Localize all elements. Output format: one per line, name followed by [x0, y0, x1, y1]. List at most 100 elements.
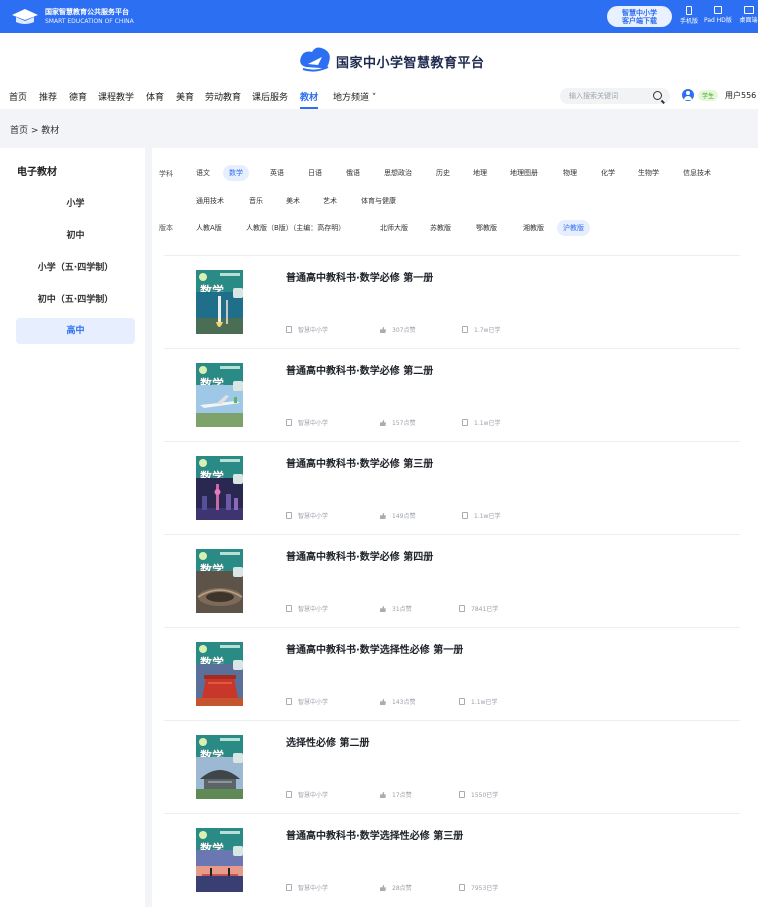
textbook-card[interactable]: 数学 普通高中教科书·数学选择性必修 第三册 智慧中小学 28点赞 7953已学 — [164, 813, 740, 906]
pad-version-link[interactable]: Pad HD版 — [704, 6, 732, 24]
user-avatar-icon[interactable] — [682, 89, 694, 101]
sidebar-item-primary[interactable]: 小学 — [16, 191, 135, 217]
book-title[interactable]: 普通高中教科书·数学必修 第二册 — [286, 362, 433, 377]
book-views: 1.1w已学 — [459, 697, 497, 706]
cover-leaf-icon — [199, 645, 207, 653]
book-read-icon — [459, 884, 465, 891]
mobile-version-link[interactable]: 手机版 — [680, 6, 698, 25]
cover-illustration — [196, 850, 243, 892]
publisher-icon — [286, 419, 292, 426]
book-cover[interactable]: 数学 — [196, 549, 243, 613]
nav-item-sports[interactable]: 体育 — [146, 90, 164, 103]
book-cover[interactable]: 数学 — [196, 828, 243, 892]
nav-item-moral[interactable]: 德育 — [69, 90, 87, 103]
subject-chip[interactable]: 语文 — [190, 165, 216, 181]
book-cover[interactable]: 数学 — [196, 642, 243, 706]
nav-item-recommend[interactable]: 推荐 — [39, 90, 57, 103]
search-icon[interactable] — [653, 91, 662, 100]
subject-chip[interactable]: 英语 — [264, 165, 290, 181]
subject-chip[interactable]: 体育与健康 — [355, 193, 402, 209]
subject-chip[interactable]: 通用技术 — [190, 193, 230, 209]
sidebar-item-senior[interactable]: 高中 — [16, 318, 135, 344]
book-publisher: 智慧中小学 — [286, 697, 328, 706]
edition-chip[interactable]: 湘教版 — [517, 220, 550, 236]
book-title[interactable]: 普通高中教科书·数学选择性必修 第三册 — [286, 827, 463, 842]
user-name[interactable]: 用户556 — [725, 90, 756, 101]
subject-chip[interactable]: 艺术 — [317, 193, 343, 209]
client-download-button[interactable]: 智慧中小学 客户端下载 — [607, 6, 672, 27]
book-title[interactable]: 普通高中教科书·数学选择性必修 第一册 — [286, 641, 463, 656]
edition-chip[interactable]: 苏教版 — [424, 220, 457, 236]
subject-chip[interactable]: 日语 — [302, 165, 328, 181]
subject-chip[interactable]: 化学 — [595, 165, 621, 181]
book-likes[interactable]: 149点赞 — [380, 511, 415, 520]
book-likes[interactable]: 28点赞 — [380, 883, 412, 892]
book-likes[interactable]: 143点赞 — [380, 697, 415, 706]
platform-logo-icon[interactable] — [10, 7, 40, 26]
thumbs-up-icon — [380, 699, 386, 705]
textbook-card[interactable]: 数学 选择性必修 第二册 智慧中小学 17点赞 1550已学 — [164, 720, 740, 813]
views-text: 1.7w已学 — [474, 327, 501, 334]
nav-item-afterschool[interactable]: 课后服务 — [252, 90, 288, 103]
phone-icon — [686, 6, 692, 15]
cover-seal — [233, 753, 243, 763]
cover-strip — [220, 552, 240, 555]
book-title[interactable]: 普通高中教科书·数学必修 第一册 — [286, 269, 433, 284]
subject-chip[interactable]: 美术 — [280, 193, 306, 209]
subject-chip[interactable]: 物理 — [557, 165, 583, 181]
cover-strip — [220, 273, 240, 276]
book-title[interactable]: 普通高中教科书·数学必修 第三册 — [286, 455, 433, 470]
nav-item-local[interactable]: 地方频道 ˅ — [333, 90, 376, 103]
cover-leaf-icon — [199, 552, 207, 560]
book-views: 1.1w已学 — [462, 418, 500, 427]
textbook-card[interactable]: 数学 普通高中教科书·数学必修 第四册 智慧中小学 31点赞 7841已学 — [164, 534, 740, 627]
sidebar-item-junior[interactable]: 初中 — [16, 223, 135, 249]
book-title[interactable]: 选择性必修 第二册 — [286, 734, 369, 749]
org-name-cn: 国家智慧教育公共服务平台 — [45, 8, 129, 16]
edition-chip[interactable]: 人教版（B版）（主编：高存明） — [240, 220, 351, 236]
sidebar-item-junior-54[interactable]: 初中（五·四学制） — [16, 287, 135, 313]
subject-chip[interactable]: 历史 — [430, 165, 456, 181]
book-cover[interactable]: 数学 — [196, 735, 243, 799]
likes-text: 149点赞 — [392, 513, 416, 520]
subject-chip[interactable]: 信息技术 — [677, 165, 717, 181]
search-input[interactable]: 输入搜索关键词 — [569, 91, 618, 101]
desktop-version-link[interactable]: 桌面端 — [739, 6, 758, 24]
nav-item-labor[interactable]: 劳动教育 — [205, 90, 241, 103]
subject-chip[interactable]: 数学 — [223, 165, 249, 181]
book-read-icon — [462, 419, 468, 426]
book-likes[interactable]: 17点赞 — [380, 790, 412, 799]
textbook-card[interactable]: 数学 普通高中教科书·数学必修 第三册 智慧中小学 149点赞 1.1w已学 — [164, 441, 740, 534]
nav-item-courses[interactable]: 课程教学 — [98, 90, 134, 103]
subject-chip[interactable]: 思想政治 — [378, 165, 418, 181]
book-cover[interactable]: 数学 — [196, 456, 243, 520]
subject-chip[interactable]: 地理 — [467, 165, 493, 181]
edition-chip[interactable]: 沪教版 — [557, 220, 590, 236]
nav-item-arts[interactable]: 美育 — [176, 90, 194, 103]
edition-chip[interactable]: 人教A版 — [190, 220, 228, 236]
subject-chip[interactable]: 俄语 — [340, 165, 366, 181]
breadcrumb[interactable]: 首页 > 教材 — [10, 123, 59, 136]
book-cover[interactable]: 数学 — [196, 363, 243, 427]
textbook-card[interactable]: 数学 普通高中教科书·数学必修 第二册 智慧中小学 157点赞 1.1w已学 — [164, 348, 740, 441]
book-likes[interactable]: 307点赞 — [380, 325, 415, 334]
book-likes[interactable]: 31点赞 — [380, 604, 412, 613]
cover-leaf-icon — [199, 273, 207, 281]
sidebar-item-primary-54[interactable]: 小学（五·四学制） — [16, 255, 135, 281]
book-likes[interactable]: 157点赞 — [380, 418, 415, 427]
publisher-text: 智慧中小学 — [298, 606, 329, 613]
edition-chip[interactable]: 鄂教版 — [470, 220, 503, 236]
likes-text: 307点赞 — [392, 327, 416, 334]
nav-item-textbooks[interactable]: 教材 — [300, 90, 319, 109]
subject-chip[interactable]: 音乐 — [243, 193, 269, 209]
subject-chip[interactable]: 地理图册 — [504, 165, 544, 181]
device-label: Pad HD版 — [704, 17, 732, 24]
textbook-card[interactable]: 数学 普通高中教科书·数学选择性必修 第一册智慧中小学 143点赞 1.1w已学 — [164, 627, 740, 720]
nav-item-home[interactable]: 首页 — [9, 90, 27, 103]
edition-chip[interactable]: 北师大版 — [374, 220, 414, 236]
book-cover[interactable]: 数学 — [196, 270, 243, 334]
subject-chip[interactable]: 生物学 — [632, 165, 665, 181]
textbook-card[interactable]: 数学 普通高中教科书·数学必修 第一册 智慧中小学 307点赞 1.7w已学 — [164, 255, 740, 348]
search-box[interactable]: 输入搜索关键词 — [560, 88, 670, 104]
book-title[interactable]: 普通高中教科书·数学必修 第四册 — [286, 548, 433, 563]
